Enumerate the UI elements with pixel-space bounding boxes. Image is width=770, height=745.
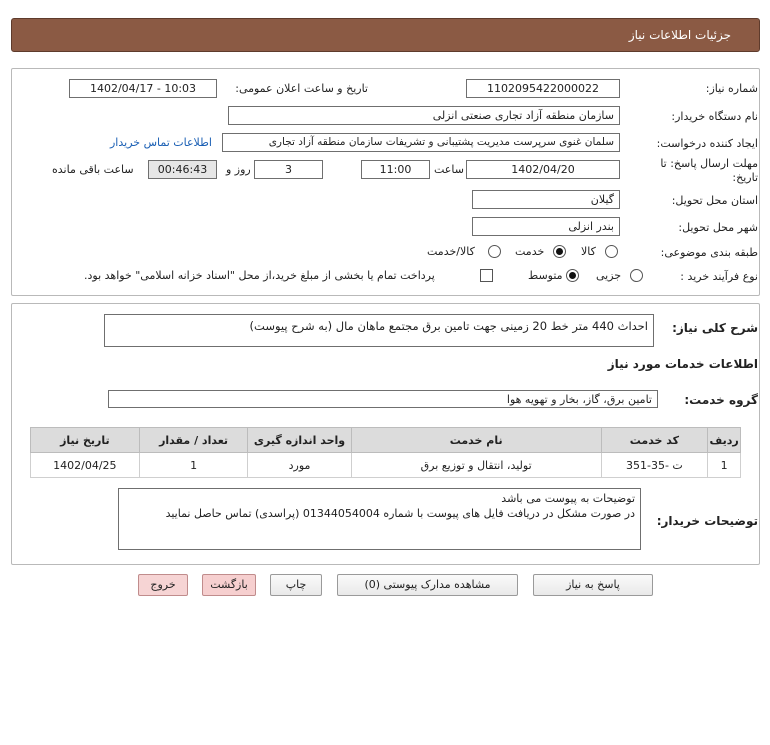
payment-note: پرداخت تمام یا بخشی از مبلغ خرید،از محل … <box>84 269 435 282</box>
city-field: بندر انزلی <box>472 217 620 236</box>
cell-date: 1402/04/25 <box>30 452 140 478</box>
category-radio-goods[interactable] <box>605 245 618 258</box>
category-radio-goods-service[interactable] <box>488 245 501 258</box>
category-label: طبقه بندی موضوعی: <box>660 246 758 259</box>
page-header: جزئیات اطلاعات نیاز <box>11 18 760 52</box>
treasury-checkbox[interactable] <box>480 269 493 282</box>
col-qty: تعداد / مقدار <box>138 427 249 453</box>
process-radio-minor[interactable] <box>630 269 643 282</box>
col-date: تاریخ نیاز <box>30 427 140 453</box>
announce-label: تاریخ و ساعت اعلان عمومی: <box>235 82 368 95</box>
contact-info-link[interactable]: اطلاعات تماس خریدار <box>110 136 212 149</box>
col-index: ردیف <box>707 427 741 453</box>
buyer-label: نام دستگاه خریدار: <box>671 110 758 123</box>
category-option-service: خدمت <box>515 245 545 258</box>
province-field: گیلان <box>472 190 620 209</box>
description-label: شرح کلی نیاز: <box>672 321 758 335</box>
remaining-label: ساعت باقی مانده <box>52 163 134 176</box>
reply-button[interactable]: پاسخ به نیاز <box>533 574 653 596</box>
table-header-row: ردیف کد خدمت نام خدمت واحد اندازه گیری ت… <box>30 427 741 453</box>
buyer-notes-label: توضیحات خریدار: <box>656 514 758 528</box>
services-table: ردیف کد خدمت نام خدمت واحد اندازه گیری ت… <box>30 427 741 478</box>
days-field: 3 <box>254 160 323 179</box>
info-panel <box>11 68 760 296</box>
process-option-minor: جزیی <box>596 269 622 282</box>
back-button[interactable]: بازگشت <box>202 574 256 596</box>
creator-field: سلمان غنوی سرپرست مدیریت پشتیبانی و تشری… <box>222 133 620 152</box>
buyer-notes-field: توضیحات به پیوست می باشد در صورت مشکل در… <box>118 488 641 550</box>
days-label: روز و <box>226 163 251 176</box>
category-radio-service[interactable] <box>553 245 566 258</box>
category-option-goods: کالا <box>581 245 596 258</box>
cell-name: تولید، انتقال و توزیع برق <box>350 452 602 478</box>
process-option-medium: متوسط <box>528 269 563 282</box>
exit-button[interactable]: خروج <box>138 574 188 596</box>
cell-qty: 1 <box>138 452 249 478</box>
services-section-title: اطلاعات خدمات مورد نیاز <box>607 357 758 371</box>
deadline-time-field: 11:00 <box>361 160 430 179</box>
announce-field: 1402/04/17 - 10:03 <box>69 79 217 98</box>
col-code: کد خدمت <box>600 427 709 453</box>
process-label: نوع فرآیند خرید : <box>680 270 758 283</box>
need-number-field: 1102095422000022 <box>466 79 620 98</box>
page-title: جزئیات اطلاعات نیاز <box>628 28 731 42</box>
deadline-time-label: ساعت <box>434 163 464 176</box>
table-row[interactable]: 1 ت -35-351 تولید، انتقال و توزیع برق مو… <box>30 452 741 478</box>
city-label: شهر محل تحویل: <box>678 221 758 234</box>
print-button[interactable]: چاپ <box>270 574 322 596</box>
deadline-label: مهلت ارسال پاسخ: تا تاریخ: <box>660 157 758 184</box>
need-number-label: شماره نیاز: <box>705 82 758 95</box>
view-documents-button[interactable]: مشاهده مدارک پیوستی (0) <box>337 574 518 596</box>
category-option-goods-service: کالا/خدمت <box>427 245 475 258</box>
buyer-notes-line2: در صورت مشکل در دریافت فایل های پیوست با… <box>165 507 635 520</box>
service-group-field: تامین برق، گاز، بخار و تهویه هوا <box>108 390 658 408</box>
cell-index: 1 <box>707 452 741 478</box>
province-label: استان محل تحویل: <box>671 194 758 207</box>
remaining-time-field: 00:46:43 <box>148 160 217 179</box>
deadline-date-field: 1402/04/20 <box>466 160 620 179</box>
col-name: نام خدمت <box>350 427 602 453</box>
buyer-field: سازمان منطقه آزاد تجاری صنعتی انزلی <box>228 106 620 125</box>
buyer-notes-line1: توضیحات به پیوست می باشد <box>501 492 635 505</box>
creator-label: ایجاد کننده درخواست: <box>656 137 758 150</box>
cell-code: ت -35-351 <box>600 452 709 478</box>
service-group-label: گروه خدمت: <box>684 393 758 407</box>
description-field: احداث 440 متر خط 20 زمینی جهت تامین برق … <box>104 314 654 347</box>
cell-unit: مورد <box>247 452 352 478</box>
col-unit: واحد اندازه گیری <box>247 427 352 453</box>
process-radio-medium[interactable] <box>566 269 579 282</box>
